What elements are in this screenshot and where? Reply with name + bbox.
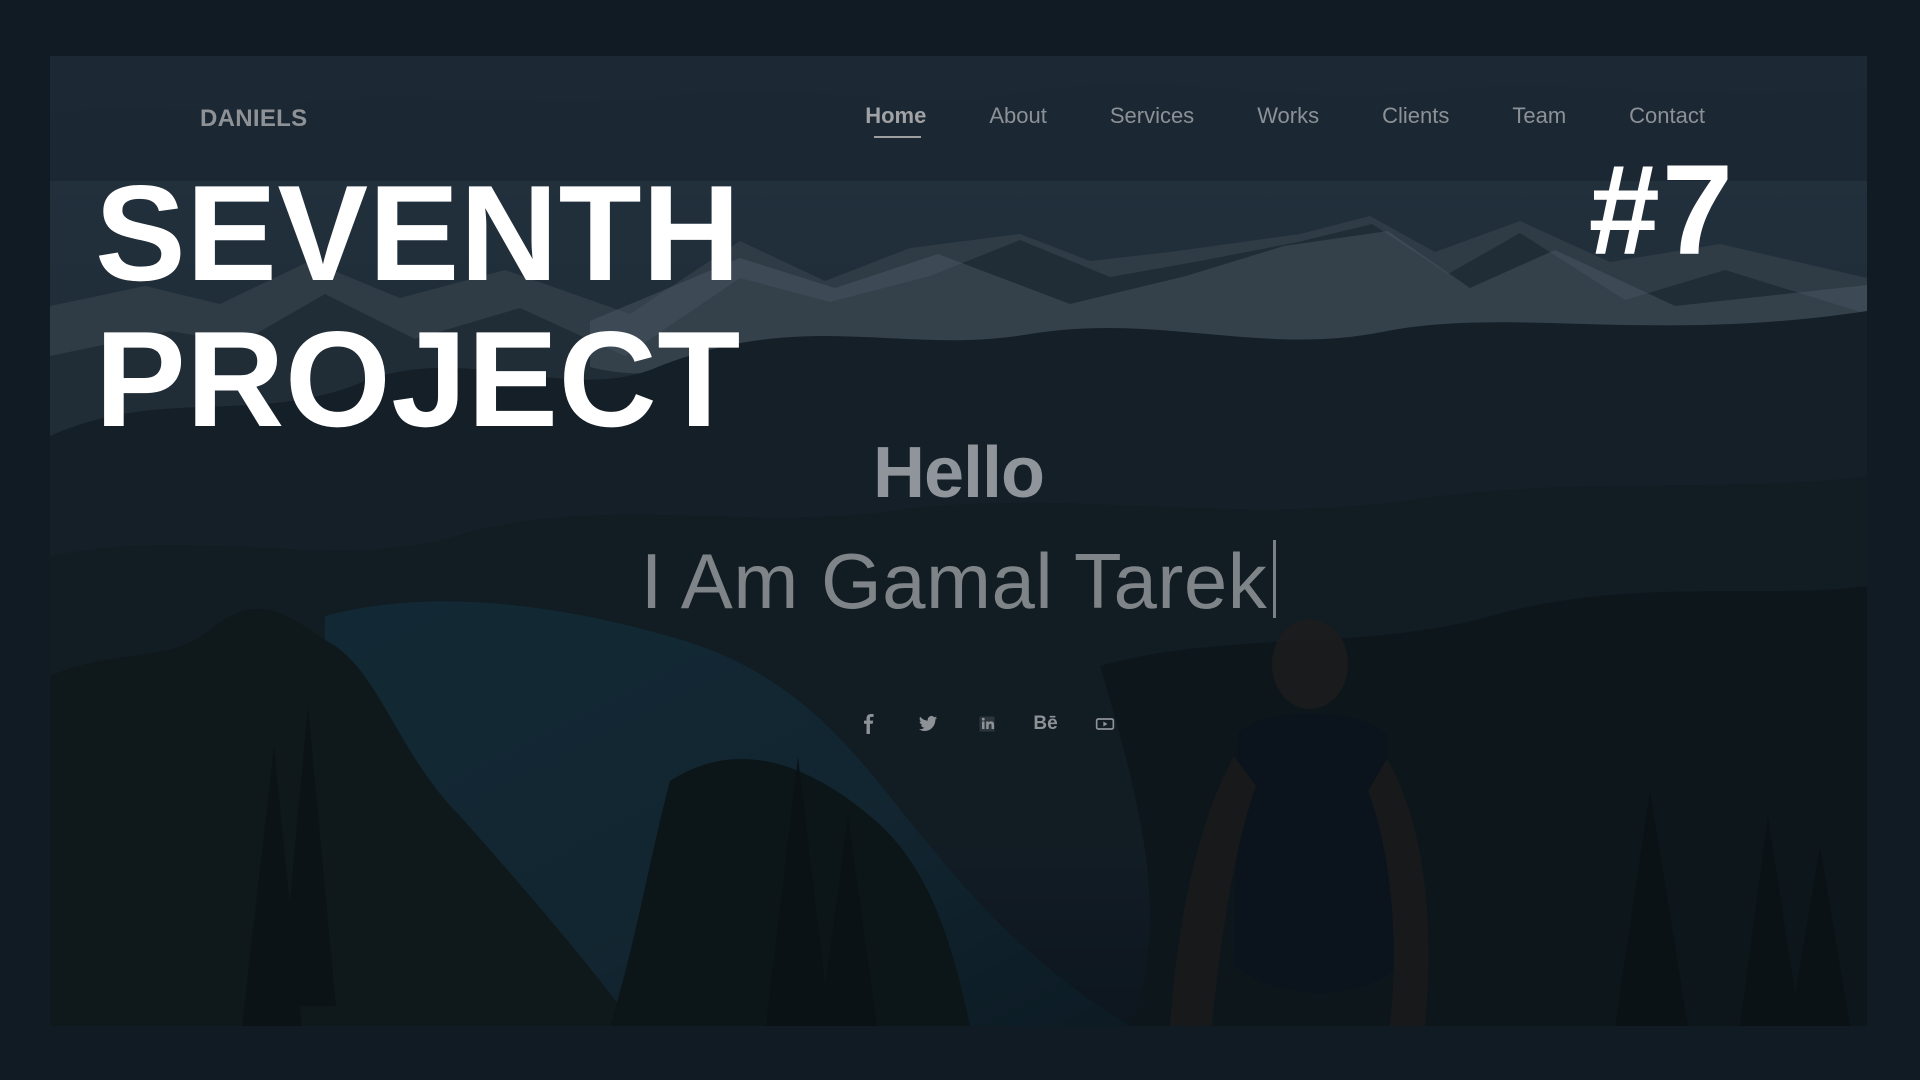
nav-home[interactable]: Home	[865, 105, 926, 138]
typed-name: I Am Gamal Tarek	[640, 537, 1268, 625]
nav-links: Home About Services Works Clients Team C…	[865, 105, 1705, 138]
typing-cursor	[1273, 540, 1277, 618]
social-links: Bē	[853, 708, 1120, 739]
nav-works[interactable]: Works	[1257, 105, 1319, 127]
cover-title-line-2: PROJECT	[95, 303, 741, 455]
hero-name-line: I Am Gamal Tarek	[50, 536, 1867, 627]
cover-title: SEVENTH PROJECT	[95, 160, 741, 452]
youtube-icon[interactable]	[1089, 708, 1120, 739]
facebook-icon[interactable]	[853, 708, 884, 739]
project-number: #7	[1588, 139, 1735, 282]
nav-contact[interactable]: Contact	[1629, 105, 1705, 127]
site-brand[interactable]: DANIELS	[200, 105, 307, 133]
behance-icon[interactable]: Bē	[1030, 708, 1061, 739]
nav-about[interactable]: About	[989, 105, 1047, 127]
nav-team[interactable]: Team	[1512, 105, 1566, 127]
twitter-icon[interactable]	[912, 708, 943, 739]
cover-title-line-1: SEVENTH	[95, 157, 741, 309]
nav-clients[interactable]: Clients	[1382, 105, 1449, 127]
linkedin-icon[interactable]	[971, 708, 1002, 739]
nav-services[interactable]: Services	[1110, 105, 1194, 127]
